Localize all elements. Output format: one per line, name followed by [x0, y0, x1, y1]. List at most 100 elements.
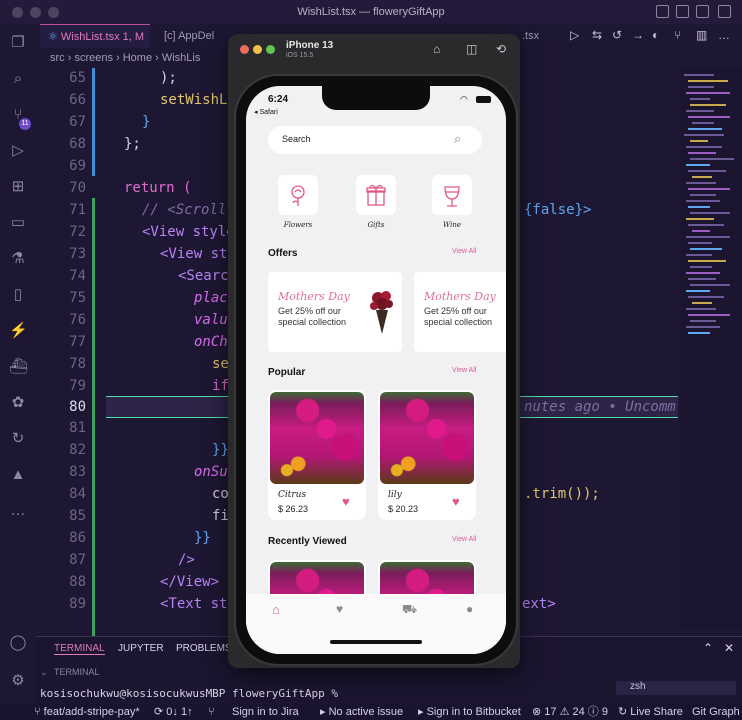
tab-appdelegate[interactable]: [c] AppDel: [156, 24, 236, 48]
home-icon[interactable]: ⌂: [433, 42, 440, 56]
run-debug-icon[interactable]: ▷: [9, 142, 27, 160]
offers-view-all-link[interactable]: View All: [452, 248, 476, 255]
tab-wishlist[interactable]: ⚛ WishList.tsx 1, M: [40, 24, 150, 48]
live-share-icon[interactable]: ↻: [9, 430, 27, 448]
line-number: 78: [69, 356, 86, 372]
category-flowers[interactable]: [278, 175, 318, 215]
toggle-sidebar-icon[interactable]: [656, 5, 669, 18]
branch-name: feat/add-stripe-pay*: [43, 706, 140, 718]
category-wine[interactable]: [432, 175, 472, 215]
branch-icon[interactable]: ⑂: [674, 28, 681, 42]
category-gifts[interactable]: [356, 175, 396, 215]
wishlist-heart-icon[interactable]: ♥: [452, 494, 460, 509]
offer-card[interactable]: Mothers Day Get 25% off our special coll…: [268, 272, 402, 352]
minimize-button[interactable]: [253, 45, 262, 54]
terminal-prompt[interactable]: kosisochukwu@kosisocukwusMBP floweryGift…: [40, 687, 338, 700]
kubernetes-icon[interactable]: ✿: [9, 394, 27, 412]
home-tab-icon[interactable]: ⌂: [272, 602, 280, 617]
close-panel-icon[interactable]: ✕: [724, 641, 734, 655]
back-to-safari[interactable]: ◂ Safari: [254, 108, 278, 116]
code-line: .trim());: [524, 486, 600, 502]
screenshot-icon[interactable]: ◫: [466, 42, 477, 56]
profile-tab-icon[interactable]: ●: [466, 602, 473, 616]
account-icon[interactable]: ◯: [9, 634, 27, 652]
git-blame-annotation: nutes ago • Uncomm: [524, 399, 676, 415]
settings-gear-icon[interactable]: ⚙: [9, 672, 27, 690]
zoom-window-button[interactable]: [48, 7, 59, 18]
thunder-client-icon[interactable]: ⚡: [9, 322, 28, 340]
line-number: 69: [69, 158, 86, 174]
revert-icon[interactable]: ↺: [612, 28, 622, 42]
minimap-preview: [684, 74, 734, 334]
wishlist-tab-icon[interactable]: ♥: [336, 602, 343, 616]
sync-counts: 0↓ 1↑: [166, 706, 193, 718]
os-version: iOS 15.5: [286, 52, 314, 59]
offer-card[interactable]: Mothers Day Get 25% off our special coll…: [414, 272, 506, 352]
issue-label: No active issue: [328, 706, 404, 718]
rose-icon: [291, 185, 305, 206]
toggle-panel-icon[interactable]: [676, 5, 689, 18]
home-indicator: [330, 640, 422, 644]
popular-title: Popular: [268, 367, 306, 378]
search-input[interactable]: Search: [282, 134, 311, 144]
product-card[interactable]: Citrus $ 26.23 ♥: [268, 390, 366, 520]
extensions-icon[interactable]: ⊞: [9, 178, 27, 196]
wishlist-heart-icon[interactable]: ♥: [342, 494, 350, 509]
close-button[interactable]: [240, 45, 249, 54]
rotate-icon[interactable]: ⟲: [496, 42, 506, 56]
gutter-added-bar: [92, 198, 95, 638]
live-share[interactable]: ↻ Live Share: [618, 704, 683, 720]
recent-view-all-link[interactable]: View All: [452, 536, 476, 543]
explorer-icon[interactable]: ❐: [9, 34, 27, 52]
sync-status[interactable]: ⟳ 0↓ 1↑: [154, 704, 193, 720]
next-change-icon[interactable]: →: [632, 28, 644, 42]
device-icon[interactable]: ▯: [9, 286, 27, 304]
git-graph-icon[interactable]: ⑂: [208, 704, 215, 720]
search-bar[interactable]: Search ⌕: [268, 126, 482, 154]
jira-signin[interactable]: Sign in to Jira: [232, 704, 299, 720]
azure-icon[interactable]: ▲: [9, 466, 27, 484]
zoom-button[interactable]: [266, 45, 275, 54]
tab-problems[interactable]: PROBLEMS: [176, 643, 232, 654]
jira-issue[interactable]: ▸ No active issue: [320, 704, 403, 720]
problems-counts[interactable]: ⊗ 17 ⚠ 24 ⓘ 9: [532, 704, 608, 720]
open-changes-icon[interactable]: ◐: [652, 28, 659, 42]
iphone-frame: 6:24 ◂ Safari ◠ Search ⌕ Flowers Gifts W…: [234, 74, 518, 666]
testing-icon[interactable]: ⚗: [9, 250, 27, 268]
minimap[interactable]: [680, 68, 742, 628]
line-number: 70: [69, 180, 86, 196]
git-graph[interactable]: Git Graph: [692, 704, 740, 720]
docker-icon[interactable]: ⛴: [9, 358, 28, 376]
tab-jupyter[interactable]: JUPYTER: [118, 643, 164, 654]
bitbucket-signin[interactable]: ▸ Sign in to Bitbucket: [418, 704, 521, 720]
offer-desc: Get 25% off our special collection: [424, 306, 493, 327]
tab-tsx[interactable]: .tsx: [514, 24, 554, 48]
branch-status[interactable]: ⑂ feat/add-stripe-pay*: [34, 704, 140, 720]
run-icon[interactable]: ▷: [570, 28, 579, 42]
split-editor-icon[interactable]: ▥: [696, 28, 707, 42]
gift-icon: [366, 184, 386, 206]
window-titlebar: WishList.tsx — floweryGiftApp: [0, 0, 742, 24]
chevron-down-icon[interactable]: ⌄: [40, 667, 48, 678]
search-icon[interactable]: ⌕: [454, 131, 461, 147]
customize-layout-icon[interactable]: [718, 5, 731, 18]
cart-tab-icon[interactable]: ⛟: [402, 602, 417, 618]
line-number: 65: [69, 70, 86, 86]
tab-label: AppDel: [178, 30, 215, 42]
search-icon[interactable]: ⌕: [9, 70, 27, 88]
remote-explorer-icon[interactable]: ▭: [9, 214, 27, 232]
code-line: <View st: [160, 246, 228, 262]
more-actions-icon[interactable]: …: [718, 28, 730, 42]
toggle-secondary-sidebar-icon[interactable]: [696, 5, 709, 18]
more-icon[interactable]: …: [9, 502, 27, 520]
product-card[interactable]: lily $ 20.23 ♥: [378, 390, 476, 520]
code-line: />: [178, 552, 195, 568]
minimize-window-button[interactable]: [30, 7, 41, 18]
terminal-shell-zsh[interactable]: zsh: [616, 681, 736, 695]
close-window-button[interactable]: [12, 7, 23, 18]
popular-view-all-link[interactable]: View All: [452, 367, 476, 374]
product-image: [270, 392, 364, 484]
compare-changes-icon[interactable]: ⇆: [592, 28, 602, 42]
maximize-panel-icon[interactable]: ⌃: [703, 641, 713, 655]
tab-terminal[interactable]: TERMINAL: [54, 643, 105, 655]
